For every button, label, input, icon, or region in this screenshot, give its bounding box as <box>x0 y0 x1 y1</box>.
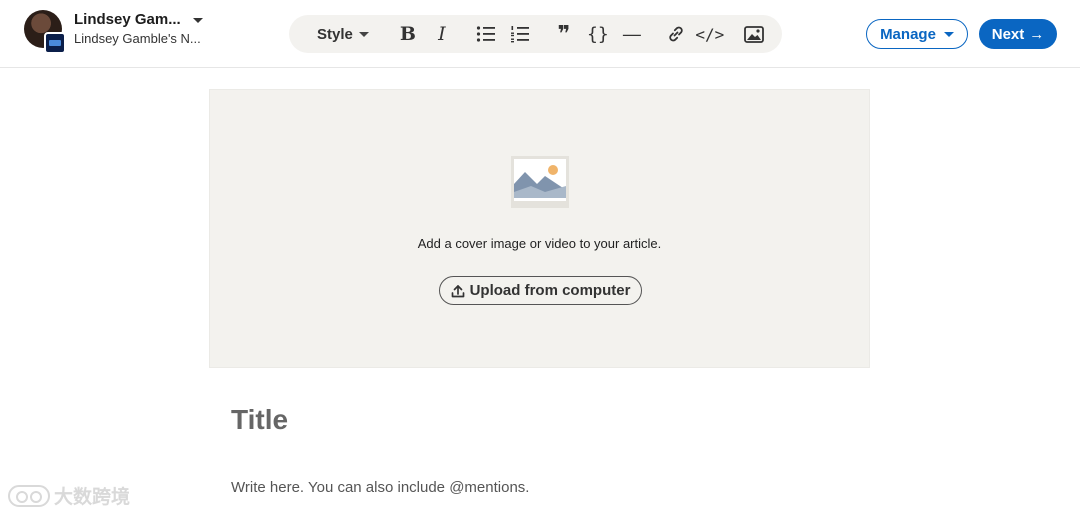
italic-icon: I <box>438 23 446 45</box>
upload-label: Upload from computer <box>469 282 631 299</box>
numbered-list-icon <box>510 26 529 43</box>
style-dropdown[interactable]: Style <box>317 26 369 43</box>
divider-icon: — <box>622 23 641 44</box>
code-block-button[interactable]: {} <box>585 21 611 47</box>
style-label: Style <box>317 25 353 43</box>
inline-code-icon: </> <box>695 24 725 44</box>
newsletter-badge-icon <box>44 32 66 54</box>
bulleted-list-icon <box>476 26 495 42</box>
next-button[interactable]: Next → <box>979 19 1057 49</box>
watermark-logo-icon <box>8 484 50 507</box>
image-icon <box>743 25 764 43</box>
editor-header: Lindsey Gam... Lindsey Gamble's N... Sty… <box>0 0 1080 68</box>
quote-icon: ❞ <box>557 21 571 46</box>
profile-name: Lindsey Gam... <box>74 11 181 29</box>
upload-icon <box>451 284 464 297</box>
link-button[interactable] <box>663 21 689 47</box>
image-placeholder-icon <box>511 156 569 208</box>
cover-prompt: Add a cover image or video to your artic… <box>417 236 662 251</box>
cover-image-dropzone[interactable]: Add a cover image or video to your artic… <box>209 89 870 368</box>
image-button[interactable] <box>741 21 767 47</box>
link-icon <box>669 26 683 42</box>
chevron-down-icon <box>943 31 954 37</box>
profile-text: Lindsey Gam... Lindsey Gamble's N... <box>74 11 203 47</box>
title-input[interactable] <box>231 400 851 440</box>
bold-icon: B <box>399 23 416 45</box>
manage-button[interactable]: Manage <box>866 19 968 49</box>
bulleted-list-button[interactable] <box>473 21 499 47</box>
chevron-down-icon <box>358 31 369 37</box>
profile-name-row: Lindsey Gam... <box>74 11 203 29</box>
code-block-icon: {} <box>587 23 609 45</box>
divider-button[interactable]: — <box>619 21 645 47</box>
arrow-right-icon: → <box>1029 25 1045 43</box>
formatting-toolbar: Style B I ❞ {} — </> <box>289 15 782 53</box>
watermark-text: 大数跨境 <box>54 487 131 508</box>
profile-subtitle: Lindsey Gamble's N... <box>74 31 201 47</box>
article-body-input[interactable] <box>231 476 851 498</box>
italic-button[interactable]: I <box>429 21 455 47</box>
next-label: Next <box>991 25 1025 43</box>
quote-button[interactable]: ❞ <box>551 21 577 47</box>
bold-button[interactable]: B <box>395 21 421 47</box>
numbered-list-button[interactable] <box>507 21 533 47</box>
inline-code-button[interactable]: </> <box>695 21 725 47</box>
chevron-down-icon[interactable] <box>192 17 203 23</box>
profile-switcher[interactable]: Lindsey Gam... Lindsey Gamble's N... <box>24 10 203 54</box>
avatar <box>24 10 66 54</box>
upload-from-computer-button[interactable]: Upload from computer <box>439 276 642 305</box>
manage-label: Manage <box>880 25 936 43</box>
watermark: 大数跨境 <box>8 482 130 509</box>
